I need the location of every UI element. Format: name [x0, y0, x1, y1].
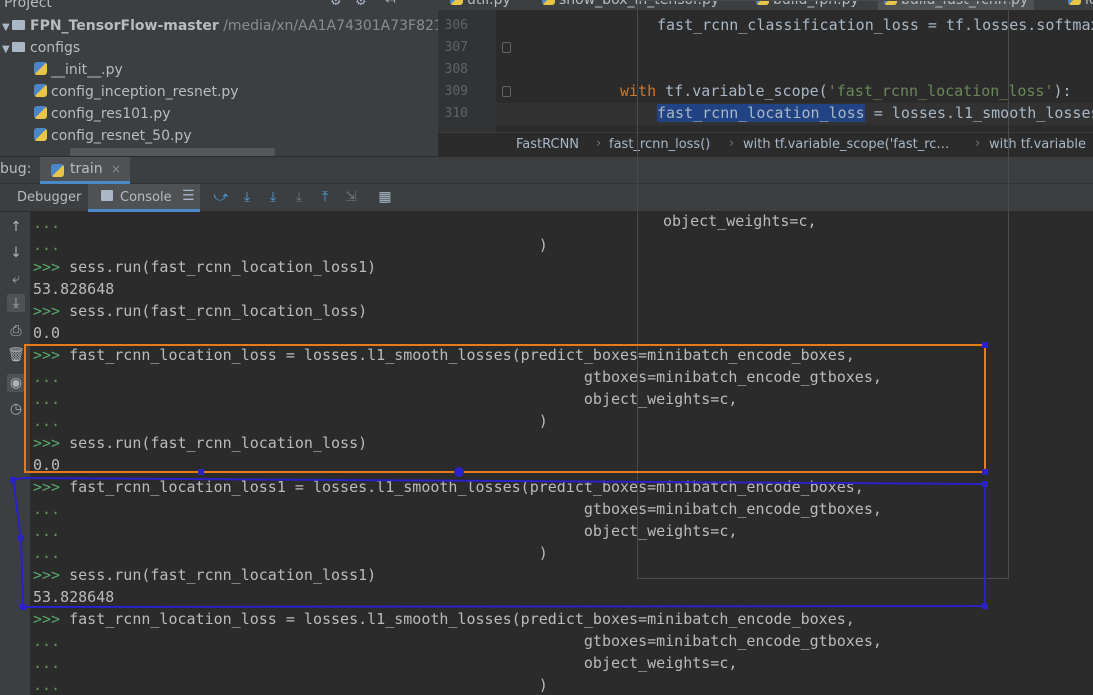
handle-square[interactable]: [20, 604, 26, 610]
handle-square[interactable]: [982, 342, 988, 348]
orange-highlight-box: [24, 344, 986, 473]
annotation-overlay: [10, 342, 988, 610]
handle-square[interactable]: [982, 469, 988, 475]
handle-square[interactable]: [198, 469, 204, 475]
handle-square[interactable]: [982, 603, 988, 609]
handle-square[interactable]: [10, 477, 16, 483]
handle-square[interactable]: [982, 481, 988, 487]
handle-square[interactable]: [18, 535, 24, 541]
blue-highlight-box: [11, 476, 986, 609]
handle-dot[interactable]: [454, 467, 464, 477]
